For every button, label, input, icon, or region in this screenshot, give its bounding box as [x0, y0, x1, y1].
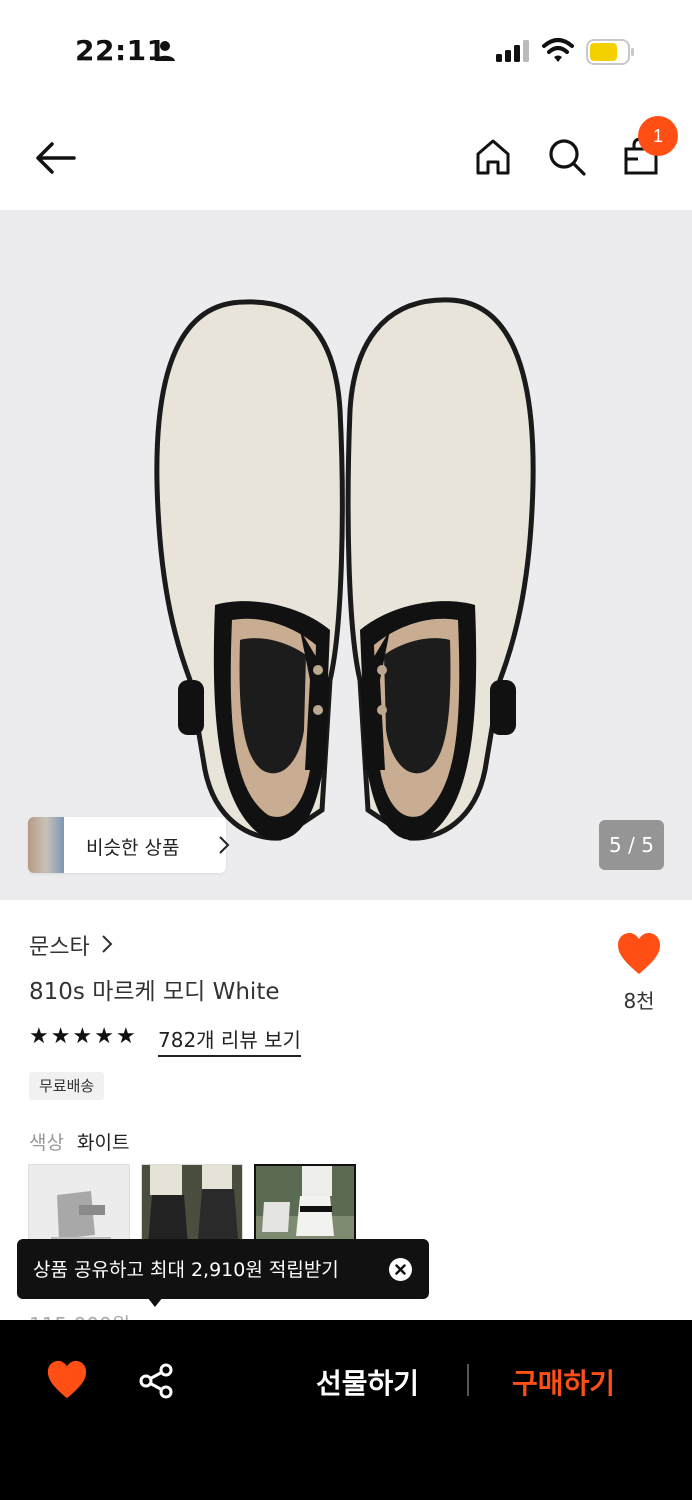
- like-count: 8천: [623, 989, 655, 1013]
- person-icon: [155, 41, 175, 61]
- similar-products-button[interactable]: 비슷한 상품: [28, 817, 230, 873]
- tooltip-text: 상품 공유하고 최대 2,910원 적립받기: [33, 1259, 339, 1281]
- similar-products-label: 비슷한 상품: [86, 837, 180, 859]
- chevron-right-icon[interactable]: [100, 934, 114, 954]
- heart-like-icon[interactable]: [46, 1360, 88, 1400]
- star-icon: ★: [50, 1024, 71, 1049]
- status-bar: 22:11: [0, 0, 692, 100]
- star-icon: ★: [94, 1024, 114, 1049]
- back-arrow-icon[interactable]: [30, 136, 80, 180]
- star-icon: ★: [29, 1024, 49, 1049]
- cart-count-badge: 1: [638, 116, 678, 156]
- image-page-counter: 5 / 5: [599, 820, 664, 870]
- share-icon[interactable]: [138, 1362, 176, 1400]
- product-price: 115,000원: [29, 1309, 130, 1320]
- gift-button[interactable]: 선물하기: [316, 1362, 419, 1402]
- buy-button[interactable]: 구매하기: [512, 1362, 615, 1402]
- status-time: 22:11: [75, 34, 167, 67]
- button-divider: [467, 1364, 469, 1396]
- share-reward-tooltip: 상품 공유하고 최대 2,910원 적립받기: [17, 1239, 429, 1307]
- wifi-icon: [542, 38, 574, 62]
- rating-stars: ★ ★ ★ ★ ★: [29, 1026, 136, 1048]
- battery-icon: [586, 39, 634, 65]
- similar-products-thumbnail: [28, 817, 64, 873]
- color-option-value: 화이트: [77, 1132, 130, 1154]
- color-option-label: 색상: [29, 1132, 64, 1154]
- product-image-boots: [154, 297, 536, 841]
- star-icon: ★: [115, 1024, 136, 1049]
- product-title: 810s 마르케 모디 White: [29, 979, 280, 1005]
- chevron-right-icon: [219, 836, 230, 854]
- top-nav-bar: 1: [0, 110, 692, 206]
- tooltip-arrow: [147, 1297, 163, 1307]
- product-image-gallery[interactable]: 비슷한 상품 5 / 5: [0, 210, 692, 900]
- search-icon[interactable]: [544, 134, 590, 180]
- bottom-action-bar: 선물하기 구매하기: [0, 1320, 692, 1500]
- close-icon[interactable]: [389, 1258, 412, 1281]
- home-icon[interactable]: [470, 134, 516, 180]
- brand-name-link[interactable]: 문스타: [29, 929, 90, 961]
- star-icon: ★: [72, 1024, 93, 1049]
- view-reviews-link[interactable]: 782개 리뷰 보기: [158, 1024, 301, 1057]
- free-shipping-badge: 무료배송: [29, 1072, 105, 1100]
- heart-like-icon[interactable]: [616, 932, 662, 976]
- cellular-signal-icon: [496, 40, 529, 62]
